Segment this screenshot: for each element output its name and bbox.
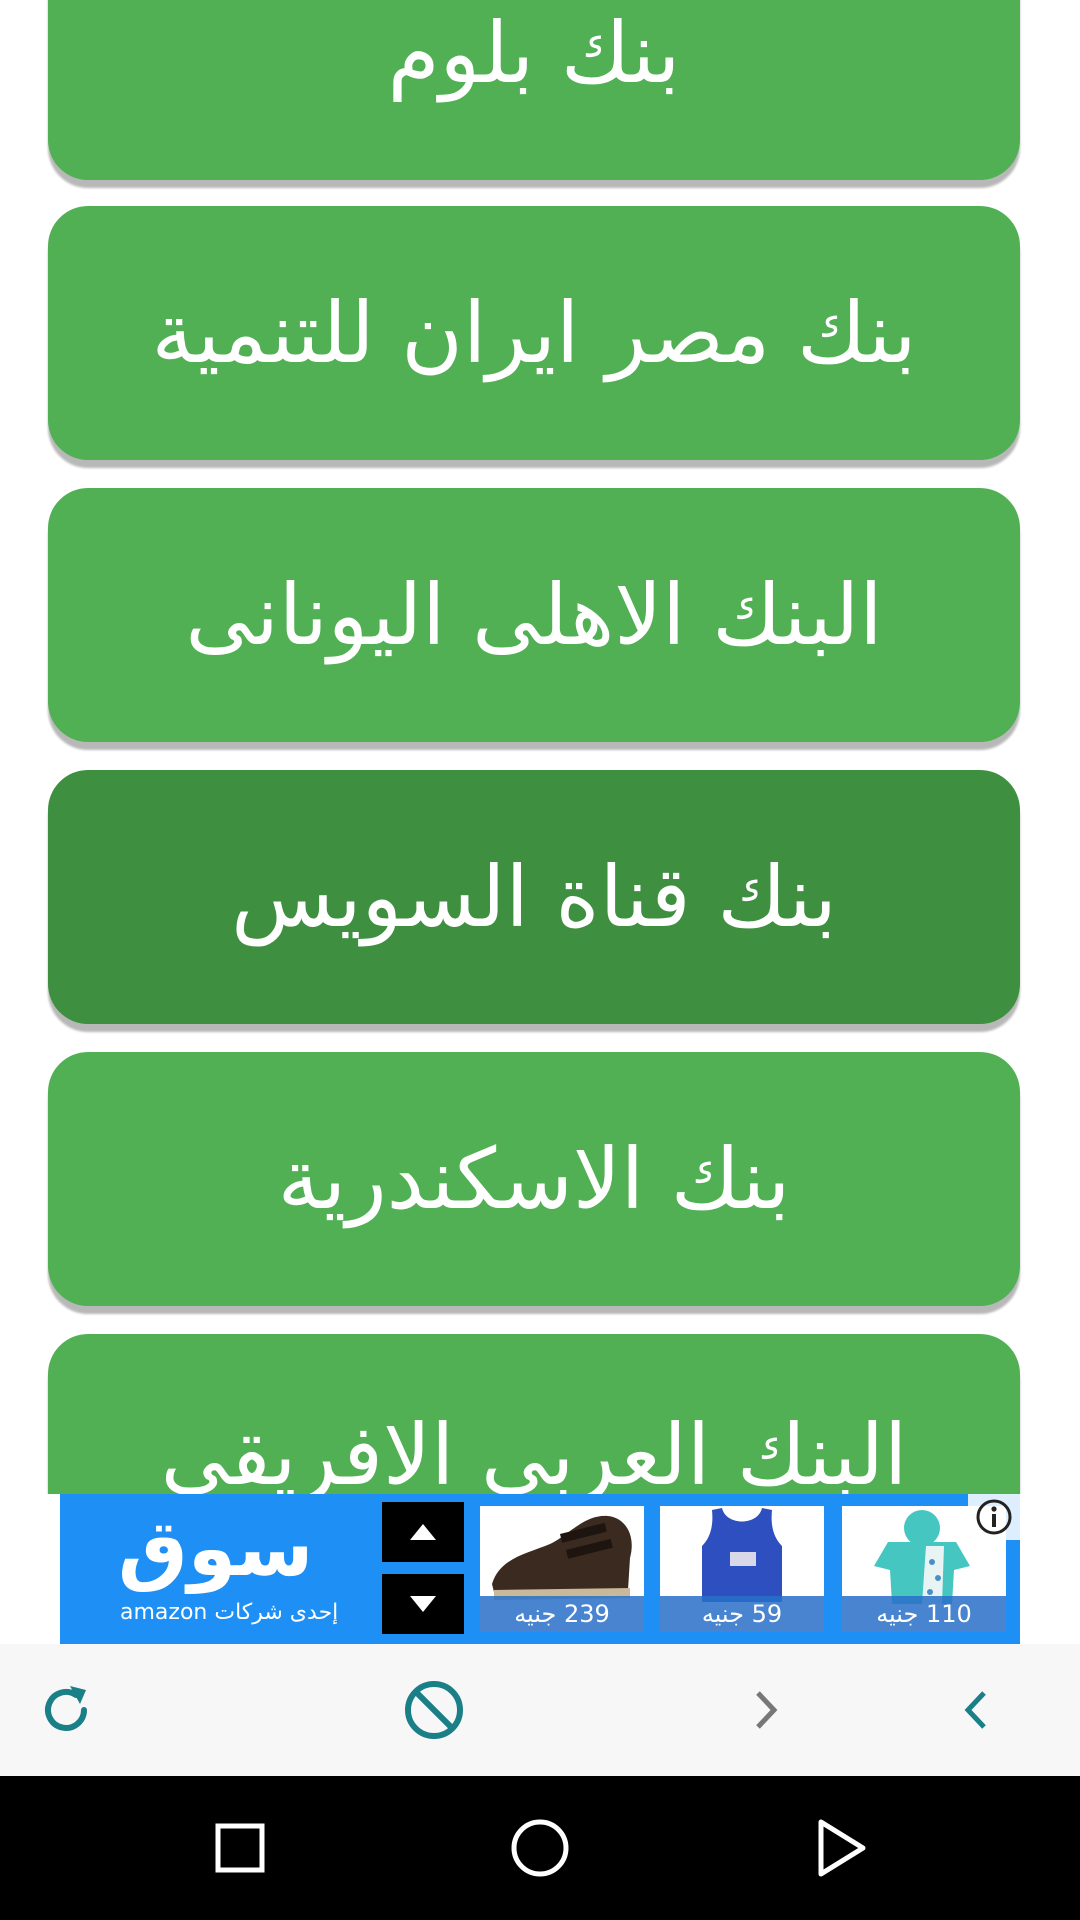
ad-product-price: 239 جنيه bbox=[480, 1596, 644, 1632]
ad-info-button[interactable] bbox=[968, 1494, 1020, 1540]
ad-scroll-down-button[interactable] bbox=[382, 1574, 464, 1634]
forward-button[interactable] bbox=[730, 1674, 802, 1746]
bank-button-alexandria[interactable]: بنك الاسكندرية bbox=[48, 1052, 1020, 1306]
forward-icon bbox=[756, 1691, 778, 1729]
ad-product-price: 110 جنيه bbox=[842, 1596, 1006, 1632]
triangle-down-icon bbox=[410, 1596, 436, 1612]
bank-button-blom[interactable]: بنك بلوم bbox=[48, 0, 1020, 180]
ad-brand: سوق bbox=[118, 1504, 315, 1594]
back-button[interactable] bbox=[940, 1674, 1012, 1746]
back-triangle-icon bbox=[818, 1819, 866, 1877]
bank-button-national-greek[interactable]: البنك الاهلى اليونانى bbox=[48, 488, 1020, 742]
tank-top-icon bbox=[702, 1508, 782, 1602]
recents-button[interactable] bbox=[198, 1806, 282, 1890]
ad-banner[interactable]: سوق إحدى شركات amazon 239 جنيه 59 جنيه 1… bbox=[60, 1494, 1020, 1644]
ad-product-price: 59 جنيه bbox=[660, 1596, 824, 1632]
bank-button-suez-canal[interactable]: بنك قناة السويس bbox=[48, 770, 1020, 1024]
system-nav-bar bbox=[0, 1776, 1080, 1920]
ad-product-shoe[interactable]: 239 جنيه bbox=[480, 1506, 644, 1632]
home-circle-icon bbox=[511, 1819, 569, 1877]
ad-scroll-up-button[interactable] bbox=[382, 1502, 464, 1562]
triangle-up-icon bbox=[410, 1524, 436, 1540]
refresh-button[interactable] bbox=[30, 1674, 102, 1746]
browser-toolbar bbox=[0, 1644, 1080, 1776]
ad-product-tank-top[interactable]: 59 جنيه bbox=[660, 1506, 824, 1632]
shoe-icon bbox=[492, 1515, 632, 1600]
bank-button-arab-african[interactable]: البنك العربي الافريقي bbox=[48, 1334, 1020, 1494]
home-button[interactable] bbox=[498, 1806, 582, 1890]
recents-square-icon bbox=[215, 1823, 265, 1873]
info-icon bbox=[976, 1499, 1012, 1535]
ad-tagline: إحدى شركات amazon bbox=[120, 1600, 339, 1625]
block-icon bbox=[405, 1681, 463, 1739]
back-icon bbox=[964, 1691, 986, 1729]
bank-button-misr-iran[interactable]: بنك مصر ايران للتنمية bbox=[48, 206, 1020, 460]
refresh-icon bbox=[45, 1686, 87, 1731]
bank-list: بنك بلوم بنك مصر ايران للتنمية البنك الا… bbox=[0, 0, 1080, 1494]
nav-back-button[interactable] bbox=[798, 1806, 882, 1890]
stop-button[interactable] bbox=[398, 1674, 470, 1746]
souq-logo[interactable]: سوق إحدى شركات amazon bbox=[60, 1494, 370, 1644]
